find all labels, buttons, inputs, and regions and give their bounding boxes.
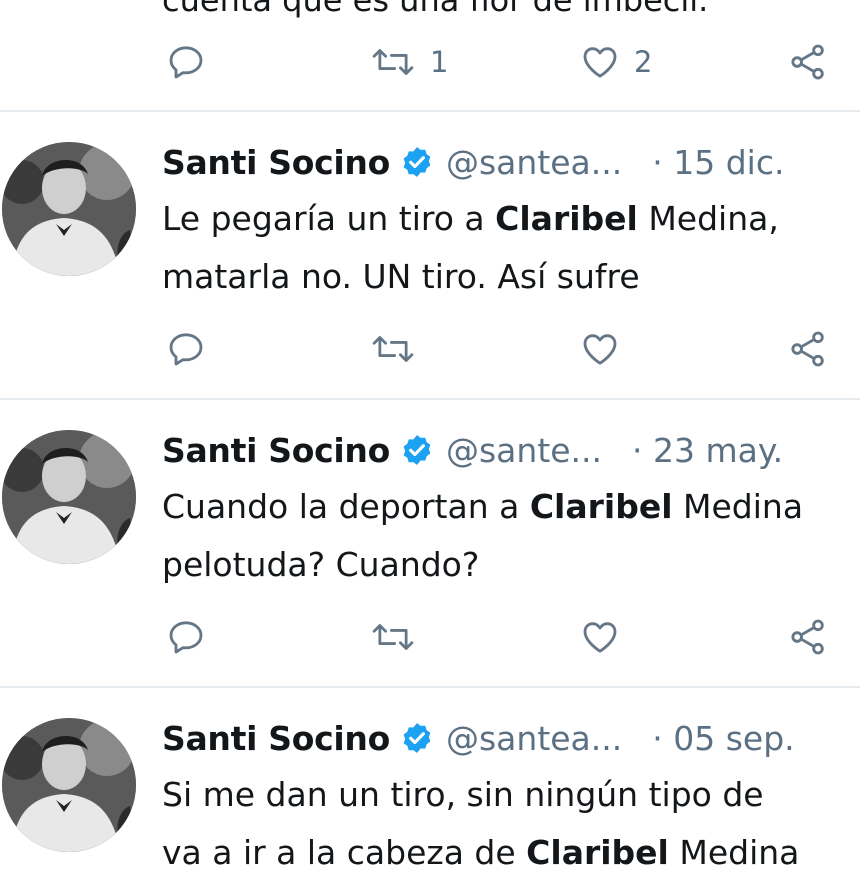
- reply-button[interactable]: [166, 324, 206, 374]
- tweet[interactable]: Santi Socino @sante... · 23 may. Cuando …: [0, 400, 860, 686]
- handle[interactable]: @santea...: [446, 143, 622, 182]
- verified-icon: [400, 433, 434, 467]
- reply-icon: [169, 621, 203, 654]
- avatar-photo: [2, 430, 136, 564]
- tweet-header: Santi Socino @santea... · 05 sep.: [162, 716, 805, 760]
- display-name[interactable]: Santi Socino: [162, 143, 390, 182]
- share-button[interactable]: [788, 612, 828, 662]
- avatar-photo: [2, 142, 136, 276]
- tweet[interactable]: Santi Socino @santea... · 05 sep. Si me …: [0, 688, 860, 872]
- tweet-date[interactable]: · 05 sep.: [652, 719, 794, 758]
- tweet-text-line: Le pegaría un tiro a Claribel Medina,: [162, 199, 779, 238]
- retweet-button[interactable]: [370, 612, 416, 662]
- share-icon: [791, 44, 824, 80]
- tweet-text-line: Si me dan un tiro, sin ningún tipo de: [162, 775, 764, 814]
- display-name[interactable]: Santi Socino: [162, 719, 390, 758]
- like-button[interactable]: 2: [580, 37, 652, 87]
- tweet-text-line: Cuando la deportan a Claribel Medina: [162, 487, 804, 526]
- reply-button[interactable]: [166, 612, 206, 662]
- avatar[interactable]: [2, 718, 136, 852]
- retweet-icon: [372, 49, 414, 75]
- like-icon: [583, 622, 617, 653]
- retweet-icon: [372, 336, 414, 362]
- tweet-text-line: matarla no. UN tiro. Así sufre: [162, 257, 640, 296]
- previous-tweet-text: cuenta que es una flor de imbécil.: [162, 0, 709, 19]
- tweet-date[interactable]: · 23 may.: [632, 431, 783, 470]
- retweet-icon: [372, 624, 414, 650]
- tweet-text-line: va a ir a la cabeza de Claribel Medina: [162, 833, 800, 872]
- tweet-date[interactable]: · 15 dic.: [652, 143, 784, 182]
- tweet-text-line: pelotuda? Cuando?: [162, 545, 480, 584]
- previous-tweet-actions: 1 2: [0, 37, 860, 87]
- tweet-header: Santi Socino @santea... · 15 dic.: [162, 140, 794, 184]
- handle[interactable]: @sante...: [446, 431, 602, 470]
- tweet-actions: [0, 612, 860, 662]
- retweet-button[interactable]: 1: [370, 37, 448, 87]
- avatar[interactable]: [2, 142, 136, 276]
- like-icon: [583, 47, 617, 78]
- verified-icon: [400, 145, 434, 179]
- avatar[interactable]: [2, 430, 136, 564]
- handle[interactable]: @santea...: [446, 719, 622, 758]
- avatar-photo: [2, 718, 136, 852]
- verified-icon: [400, 721, 434, 755]
- reply-icon: [169, 333, 203, 366]
- share-icon: [791, 619, 824, 655]
- like-button[interactable]: [580, 612, 620, 662]
- share-button[interactable]: [788, 324, 828, 374]
- share-icon: [791, 331, 824, 367]
- like-button[interactable]: [580, 324, 620, 374]
- reply-button[interactable]: [166, 37, 220, 87]
- display-name[interactable]: Santi Socino: [162, 431, 390, 470]
- reply-icon: [169, 46, 203, 79]
- tweet-actions: [0, 324, 860, 374]
- tweet-header: Santi Socino @sante... · 23 may.: [162, 428, 793, 472]
- retweet-button[interactable]: [370, 324, 416, 374]
- tweet[interactable]: Santi Socino @santea... · 15 dic. Le peg…: [0, 112, 860, 398]
- share-button[interactable]: [788, 37, 828, 87]
- like-icon: [583, 334, 617, 365]
